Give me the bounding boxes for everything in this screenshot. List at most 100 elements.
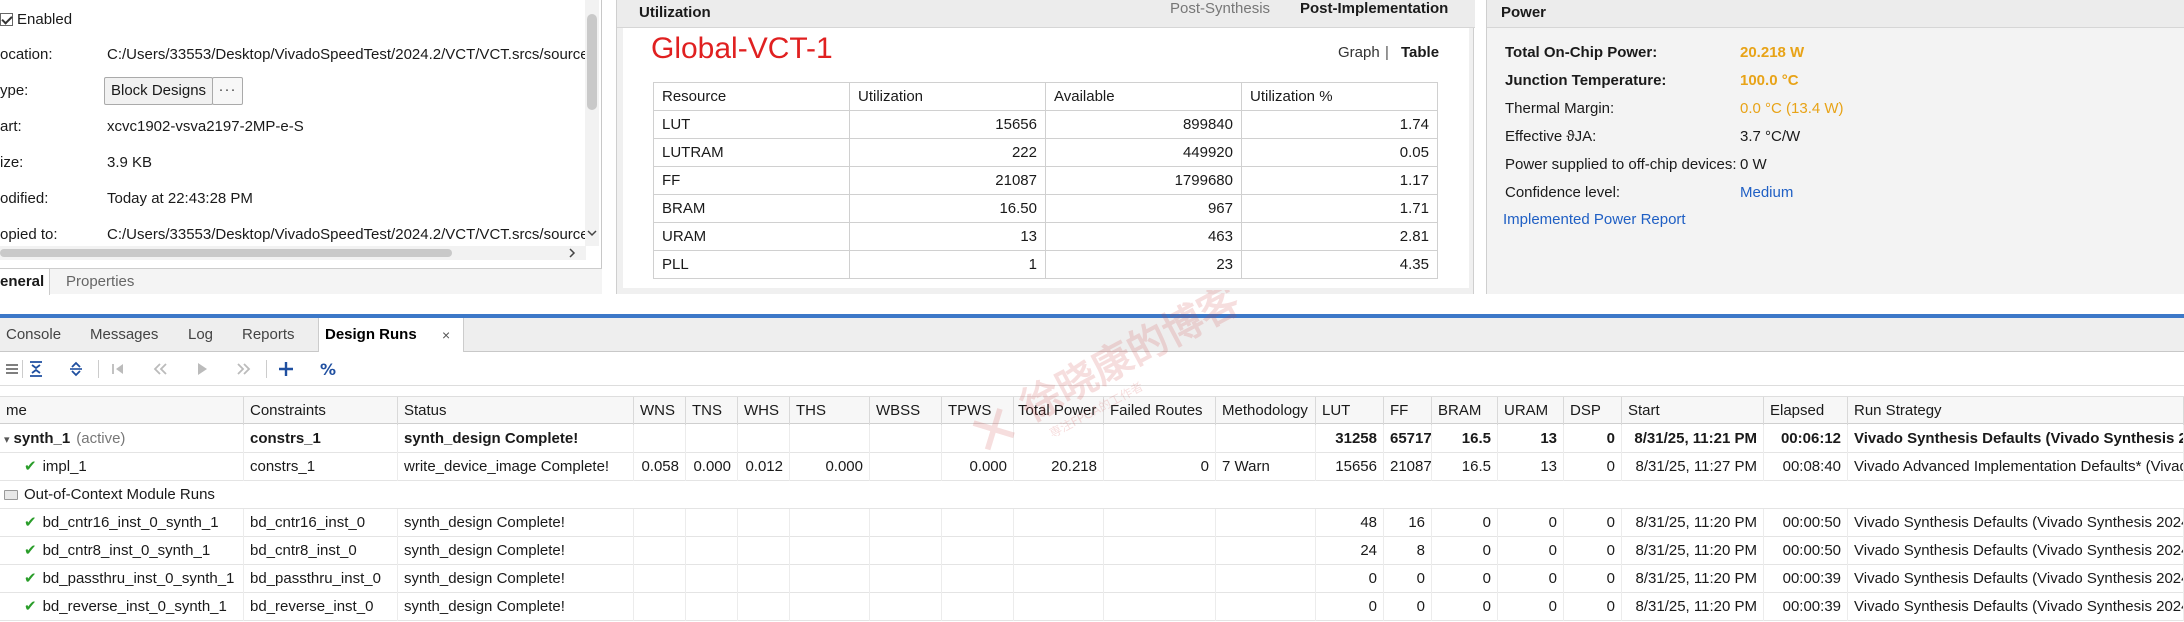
- col-header[interactable]: URAM: [1498, 397, 1564, 425]
- col-header[interactable]: LUT: [1316, 397, 1384, 425]
- ff-cell: 65717: [1384, 425, 1432, 453]
- collapse-all-icon[interactable]: [24, 357, 48, 381]
- col-header[interactable]: DSP: [1564, 397, 1622, 425]
- empty-cell: [790, 425, 870, 453]
- utilization-cell: 15656: [849, 110, 1046, 139]
- empty-cell: [870, 565, 942, 593]
- constraints-cell: constrs_1: [244, 453, 398, 481]
- chevron-right-icon[interactable]: [567, 248, 577, 258]
- vertical-scroll-thumb[interactable]: [587, 14, 597, 110]
- tab-reports[interactable]: Reports: [236, 318, 301, 352]
- col-header[interactable]: Start: [1622, 397, 1764, 425]
- col-header[interactable]: Run Strategy: [1848, 397, 2184, 425]
- next-icon[interactable]: [232, 357, 256, 381]
- run-row-synth[interactable]: ▾ synth_1 (active) constrs_1 synth_design Co…: [0, 425, 2184, 453]
- col-header[interactable]: THS: [790, 397, 870, 425]
- horizontal-scrollbar[interactable]: [0, 246, 586, 260]
- col-available[interactable]: Available: [1045, 82, 1242, 111]
- col-resource[interactable]: Resource: [653, 82, 850, 111]
- utilization-row[interactable]: BRAM 16.50 967 1.71: [653, 194, 1438, 223]
- ff-cell: 0: [1384, 593, 1432, 621]
- col-utilization[interactable]: Utilization: [849, 82, 1046, 111]
- utilization-row[interactable]: FF 21087 1799680 1.17: [653, 166, 1438, 195]
- location-value: C:/Users/33553/Desktop/VivadoSpeedTest/2…: [107, 46, 589, 63]
- run-icon[interactable]: [190, 357, 214, 381]
- utilization-row[interactable]: LUT 15656 899840 1.74: [653, 110, 1438, 139]
- col-header[interactable]: me: [0, 397, 244, 425]
- col-header[interactable]: Methodology: [1216, 397, 1316, 425]
- tab-log[interactable]: Log: [182, 318, 219, 352]
- ff-cell: 0: [1384, 565, 1432, 593]
- col-header[interactable]: FF: [1384, 397, 1432, 425]
- col-header[interactable]: WHS: [738, 397, 790, 425]
- empty-cell: [790, 509, 870, 537]
- col-header[interactable]: WBSS: [870, 397, 942, 425]
- dsp-cell: 0: [1564, 565, 1622, 593]
- utilization-row[interactable]: PLL 1 23 4.35: [653, 250, 1438, 279]
- ooc-group-row[interactable]: Out-of-Context Module Runs: [0, 481, 2184, 509]
- previous-icon[interactable]: [148, 357, 172, 381]
- ths-cell: 0.000: [790, 453, 870, 481]
- empty-cell: [634, 537, 686, 565]
- close-icon[interactable]: ×: [442, 318, 450, 352]
- folder-icon: [4, 490, 18, 500]
- enabled-checkbox[interactable]: [0, 13, 13, 26]
- horizontal-scroll-thumb[interactable]: [0, 249, 452, 257]
- run-name: synth_1: [13, 430, 71, 447]
- col-header[interactable]: TPWS: [942, 397, 1014, 425]
- run-name-cell: ✔ bd_passthru_inst_0_synth_1: [0, 565, 244, 593]
- empty-cell: [1216, 509, 1316, 537]
- table-view-link[interactable]: Table: [1401, 44, 1439, 61]
- col-header[interactable]: Constraints: [244, 397, 398, 425]
- confidence-value[interactable]: Medium: [1740, 182, 1793, 204]
- tab-post-implementation[interactable]: Post-Implementation: [1300, 0, 1448, 17]
- expand-all-icon[interactable]: [64, 357, 88, 381]
- tab-post-synthesis[interactable]: Post-Synthesis: [1170, 0, 1270, 17]
- block-designs-button[interactable]: Block Designs: [104, 77, 214, 105]
- add-icon[interactable]: [274, 357, 298, 381]
- bram-cell: 16.5: [1432, 453, 1498, 481]
- col-header[interactable]: TNS: [686, 397, 738, 425]
- col-header[interactable]: WNS: [634, 397, 686, 425]
- more-options-button[interactable]: ···: [212, 77, 243, 105]
- tab-properties[interactable]: Properties: [66, 269, 134, 295]
- tab-general[interactable]: eneral: [0, 269, 50, 295]
- run-row-ooc[interactable]: ✔ bd_cntr8_inst_0_synth_1 bd_cntr8_inst_0 s…: [0, 537, 2184, 565]
- col-header[interactable]: BRAM: [1432, 397, 1498, 425]
- empty-cell: [870, 593, 942, 621]
- implemented-power-report-link[interactable]: Implemented Power Report: [1503, 209, 1686, 231]
- bram-cell: 0: [1432, 509, 1498, 537]
- vertical-scrollbar[interactable]: [585, 0, 599, 246]
- size-value: 3.9 KB: [107, 154, 153, 171]
- empty-cell: [942, 593, 1014, 621]
- empty-cell: [634, 593, 686, 621]
- menu-icon[interactable]: [0, 357, 24, 381]
- col-header[interactable]: Status: [398, 397, 634, 425]
- lut-cell: 0: [1316, 565, 1384, 593]
- chevron-down-icon[interactable]: [587, 228, 597, 238]
- percent-icon[interactable]: %: [316, 357, 340, 381]
- uram-cell: 0: [1498, 593, 1564, 621]
- effective-theta-value: 3.7 °C/W: [1740, 128, 1801, 145]
- col-header[interactable]: Elapsed: [1764, 397, 1848, 425]
- enabled-row[interactable]: Enabled: [0, 9, 72, 31]
- graph-view-link[interactable]: Graph: [1338, 44, 1380, 61]
- run-row-impl[interactable]: ✔ impl_1 constrs_1 write_device_image Compl…: [0, 453, 2184, 481]
- run-row-ooc[interactable]: ✔ bd_passthru_inst_0_synth_1 bd_passthru_i…: [0, 565, 2184, 593]
- utilization-body: Global-VCT-1 Graph | Table Resource Util…: [623, 28, 1469, 288]
- first-icon[interactable]: [106, 357, 130, 381]
- lut-cell: 31258: [1316, 425, 1384, 453]
- chevron-down-icon[interactable]: ▾: [4, 426, 10, 453]
- utilization-row[interactable]: URAM 13 463 2.81: [653, 222, 1438, 251]
- empty-cell: [1104, 509, 1216, 537]
- col-header[interactable]: Total Power: [1012, 397, 1104, 425]
- col-utilization-pct[interactable]: Utilization %: [1241, 82, 1438, 111]
- utilization-row[interactable]: LUTRAM 222 449920 0.05: [653, 138, 1438, 167]
- col-header[interactable]: Failed Routes: [1104, 397, 1216, 425]
- empty-cell: [738, 425, 790, 453]
- constraints-cell: bd_cntr16_inst_0: [244, 509, 398, 537]
- run-row-ooc[interactable]: ✔ bd_cntr16_inst_0_synth_1 bd_cntr16_inst_…: [0, 509, 2184, 537]
- tab-console[interactable]: Console: [0, 318, 67, 352]
- run-row-ooc[interactable]: ✔ bd_reverse_inst_0_synth_1 bd_reverse_ins…: [0, 593, 2184, 621]
- tab-messages[interactable]: Messages: [84, 318, 164, 352]
